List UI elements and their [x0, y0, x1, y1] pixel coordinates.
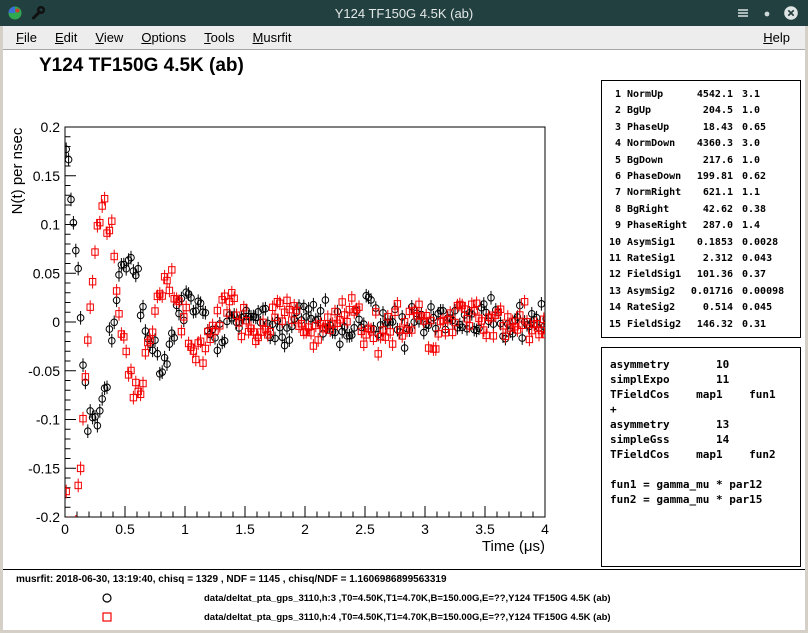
param-row: 9PhaseRight287.01.4 — [602, 218, 800, 234]
theory-box: asymmetry 10 simplExpo 11 TFieldCos map1… — [601, 347, 801, 567]
param-row: 7NormRight621.11.1 — [602, 185, 800, 201]
y-tick-label: -0.1 — [36, 412, 60, 428]
x-tick-label: 1.5 — [235, 521, 255, 537]
param-row: 8BgRight42.620.38 — [602, 202, 800, 218]
param-row: 1NormUp4542.13.1 — [602, 87, 800, 103]
plot-area[interactable]: Time (μs) N(t) per nsec 0 0.5 1 1.5 2 2.5 3 3.5… — [3, 50, 603, 570]
param-row: 15FieldSig2146.320.31 — [602, 317, 800, 333]
window-title: Y124 TF150G 4.5K (ab) — [0, 6, 808, 21]
menu-musrfit[interactable]: Musrfit — [244, 27, 301, 48]
menubar: File Edit View Options Tools Musrfit Hel… — [3, 26, 805, 50]
x-tick-label: 2 — [301, 521, 309, 537]
menu-help[interactable]: Help — [754, 27, 799, 48]
menu-tools[interactable]: Tools — [195, 27, 243, 48]
param-row: 5BgDown217.61.0 — [602, 153, 800, 169]
legend-circle-marker-icon — [100, 591, 114, 605]
legend-entry-label: data/deltat_pta_gps_3110,h:4 ,T0=4.50K,T… — [204, 612, 611, 623]
param-row: 10AsymSig10.18530.0028 — [602, 235, 800, 251]
root-canvas[interactable]: Y124 TF150G 4.5K (ab) Time (μs) N(t) per… — [3, 50, 805, 630]
data-series-square — [63, 192, 549, 544]
data-series-circle — [63, 142, 550, 438]
param-row: 3PhaseUp18.430.65 — [602, 120, 800, 136]
x-tick-label: 0 — [61, 521, 69, 537]
legend-row-1: data/deltat_pta_gps_3110,h:3 ,T0=4.50K,T… — [3, 591, 805, 607]
fit-status: musrfit: 2018-06-30, 13:19:40, chisq = 1… — [16, 574, 447, 585]
param-row: 12FieldSig1101.360.37 — [602, 267, 800, 283]
menu-options[interactable]: Options — [132, 27, 195, 48]
menu-file[interactable]: File — [7, 27, 46, 48]
param-row: 2BgUp204.51.0 — [602, 103, 800, 119]
y-tick-label: 0.05 — [33, 265, 60, 281]
param-row: 6PhaseDown199.810.62 — [602, 169, 800, 185]
y-axis-label: N(t) per nsec — [9, 127, 26, 214]
x-tick-label: 1 — [181, 521, 189, 537]
wrench-icon — [30, 5, 46, 21]
window-menu-icon[interactable] — [735, 5, 751, 21]
y-tick-label: 0.2 — [41, 119, 61, 135]
legend-entry-label: data/deltat_pta_gps_3110,h:3 ,T0=4.50K,T… — [204, 593, 611, 604]
titlebar: Y124 TF150G 4.5K (ab) — [0, 0, 808, 26]
legend-square-marker-icon — [100, 610, 114, 624]
y-tick-label: -0.05 — [28, 363, 60, 379]
y-tick-label: -0.15 — [28, 460, 60, 476]
param-row: 11RateSig12.3120.043 — [602, 251, 800, 267]
x-axis-label: Time (μs) — [482, 538, 545, 555]
x-tick-label: 3.5 — [475, 521, 495, 537]
footer-separator — [3, 569, 805, 570]
param-row: 13AsymSig20.017160.00098 — [602, 284, 800, 300]
x-tick-label: 4 — [541, 521, 549, 537]
legend-row-2: data/deltat_pta_gps_3110,h:4 ,T0=4.50K,T… — [3, 610, 805, 626]
app-window: Y124 TF150G 4.5K (ab) — [0, 0, 808, 633]
x-tick-label: 2.5 — [355, 521, 375, 537]
menu-edit[interactable]: Edit — [46, 27, 86, 48]
x-tick-label: 3 — [421, 521, 429, 537]
y-tick-label: 0 — [52, 314, 60, 330]
menu-view[interactable]: View — [86, 27, 132, 48]
window-body: File Edit View Options Tools Musrfit Hel… — [0, 26, 808, 633]
y-tick-label: 0.1 — [41, 217, 61, 233]
minimize-icon[interactable] — [759, 5, 775, 21]
parameter-box: 1NormUp4542.13.12BgUp204.51.03PhaseUp18.… — [601, 80, 801, 338]
close-icon[interactable] — [783, 5, 799, 21]
y-tick-label: 0.15 — [33, 168, 60, 184]
param-row: 14RateSig20.5140.045 — [602, 300, 800, 316]
x-tick-label: 0.5 — [115, 521, 135, 537]
param-row: 4NormDown4360.33.0 — [602, 136, 800, 152]
y-tick-label: -0.2 — [36, 509, 60, 525]
app-icon — [7, 5, 23, 21]
